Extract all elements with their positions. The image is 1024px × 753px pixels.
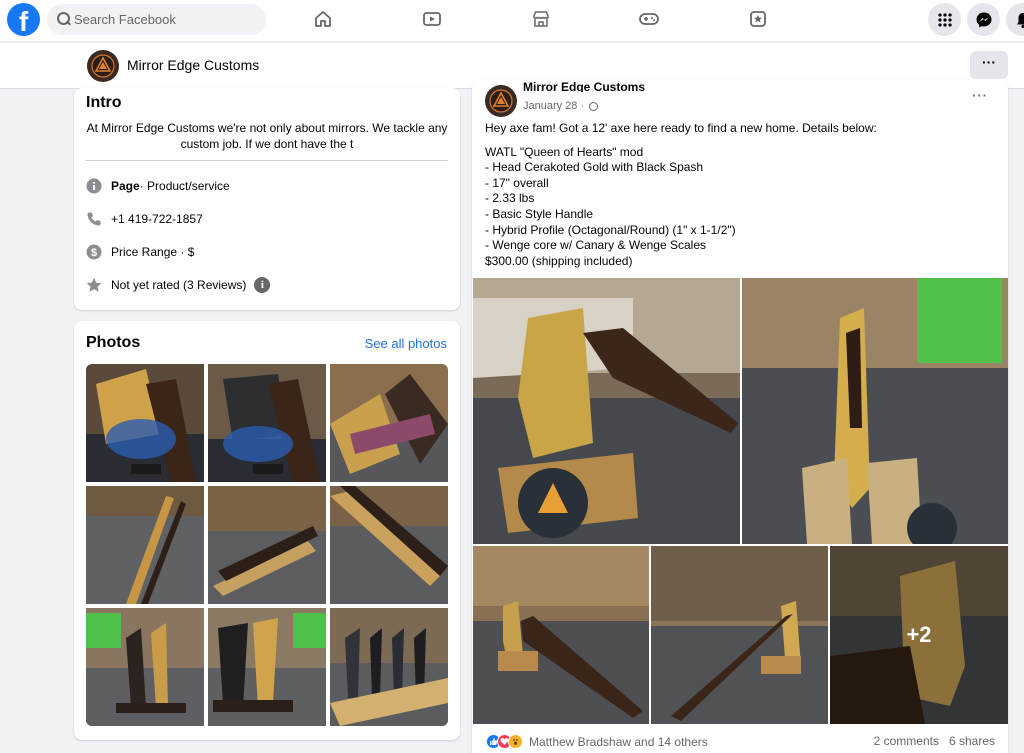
search-input[interactable] (74, 4, 259, 35)
photo-thumbnail[interactable] (86, 486, 204, 604)
post-photo[interactable] (742, 278, 1008, 544)
photo-thumbnail[interactable] (208, 364, 326, 482)
more-options-button[interactable]: ··· (970, 51, 1008, 79)
post-author-avatar[interactable] (485, 85, 517, 117)
photo-thumbnail[interactable] (330, 608, 448, 726)
watch-icon[interactable] (415, 4, 449, 34)
post-photo[interactable] (473, 278, 740, 544)
post-date-text: January 28 · (523, 100, 585, 112)
post-line: - 2.33 lbs (485, 191, 535, 206)
intro-bio: At Mirror Edge Customs we're not only ab… (86, 121, 448, 151)
photos-card: Photos See all photos (74, 321, 460, 740)
post-options-button[interactable]: ··· (972, 88, 988, 103)
rating-info-icon[interactable]: i (254, 277, 271, 293)
info-row-phone: +1 419-722-1857 (86, 209, 203, 229)
phone-number[interactable]: +1 419-722-1857 (111, 212, 203, 226)
info-row-category: Page · Product/service (86, 176, 230, 196)
photo-thumbnail[interactable] (86, 608, 204, 726)
reactions-summary[interactable]: Matthew Bradshaw and 14 others (486, 734, 708, 749)
comments-count[interactable]: 2 comments (874, 734, 939, 748)
star-icon (86, 277, 102, 293)
messenger-icon[interactable] (967, 3, 1000, 36)
info-circle-icon (86, 178, 102, 194)
top-navigation-bar: f (0, 0, 1024, 42)
page-category: · Product/service (139, 179, 230, 193)
facebook-logo-icon[interactable]: f (7, 3, 40, 36)
post-line: - Head Cerakoted Gold with Black Spash (485, 160, 704, 175)
photos-title: Photos (86, 334, 141, 351)
post-text: Hey axe fam! Got a 12' axe here ready to… (485, 121, 995, 269)
shares-count[interactable]: 6 shares (949, 734, 995, 748)
post-line: $300.00 (shipping included) (485, 253, 633, 268)
post-line: WATL "Queen of Hearts" mod (485, 144, 644, 159)
photo-thumbnail[interactable] (330, 486, 448, 604)
search-bar[interactable] (47, 4, 266, 35)
post-card: Mirror Edge Customs January 28 · ··· Hey… (472, 80, 1008, 753)
post-line: - 17" overall (485, 175, 549, 190)
photos-grid (86, 364, 448, 726)
phone-icon (86, 211, 102, 227)
see-all-photos-link[interactable]: See all photos (365, 336, 447, 351)
dollar-icon: $ (86, 244, 102, 260)
post-author-name[interactable]: Mirror Edge Customs (523, 82, 645, 92)
page-avatar[interactable] (87, 50, 119, 82)
post-photo-more[interactable]: +2 (830, 546, 1008, 724)
photo-thumbnail[interactable] (330, 364, 448, 482)
home-icon[interactable] (306, 4, 340, 34)
photo-thumbnail[interactable] (208, 608, 326, 726)
reactions-text[interactable]: Matthew Bradshaw and 14 others (529, 735, 708, 749)
post-photo[interactable] (651, 546, 828, 724)
post-photo[interactable] (473, 546, 649, 724)
wow-reaction-icon (508, 734, 523, 749)
notifications-icon[interactable] (1006, 3, 1024, 36)
post-line: - Basic Style Handle (485, 206, 594, 221)
page-name[interactable]: Mirror Edge Customs (127, 57, 259, 73)
search-icon (57, 12, 71, 26)
pages-icon[interactable] (741, 4, 775, 34)
photo-thumbnail[interactable] (208, 486, 326, 604)
page-type-label: Page (111, 179, 140, 193)
marketplace-icon[interactable] (524, 4, 558, 34)
info-row-price: $ Price Range · $ (86, 242, 194, 262)
photo-thumbnail[interactable] (86, 364, 204, 482)
post-line: Hey axe fam! Got a 12' axe here ready to… (485, 121, 877, 135)
post-stats: 2 comments 6 shares (864, 734, 995, 748)
menu-grid-icon[interactable] (928, 3, 961, 36)
intro-card: Intro At Mirror Edge Customs we're not o… (74, 88, 460, 310)
price-range: Price Range · $ (111, 245, 195, 259)
post-line: - Hybrid Profile (Octagonal/Round) (1" x… (485, 222, 736, 237)
intro-title: Intro (86, 94, 122, 111)
svg-text:$: $ (91, 247, 97, 259)
globe-icon (589, 101, 599, 111)
gaming-icon[interactable] (632, 4, 666, 34)
post-date[interactable]: January 28 · (523, 100, 599, 112)
intro-divider (86, 160, 448, 161)
rating-text: Not yet rated (3 Reviews) (111, 278, 247, 292)
more-photos-count: +2 (830, 546, 1008, 724)
info-row-rating: Not yet rated (3 Reviews) i (86, 275, 271, 295)
post-line: - Wenge core w/ Canary & Wenge Scales (485, 238, 706, 253)
